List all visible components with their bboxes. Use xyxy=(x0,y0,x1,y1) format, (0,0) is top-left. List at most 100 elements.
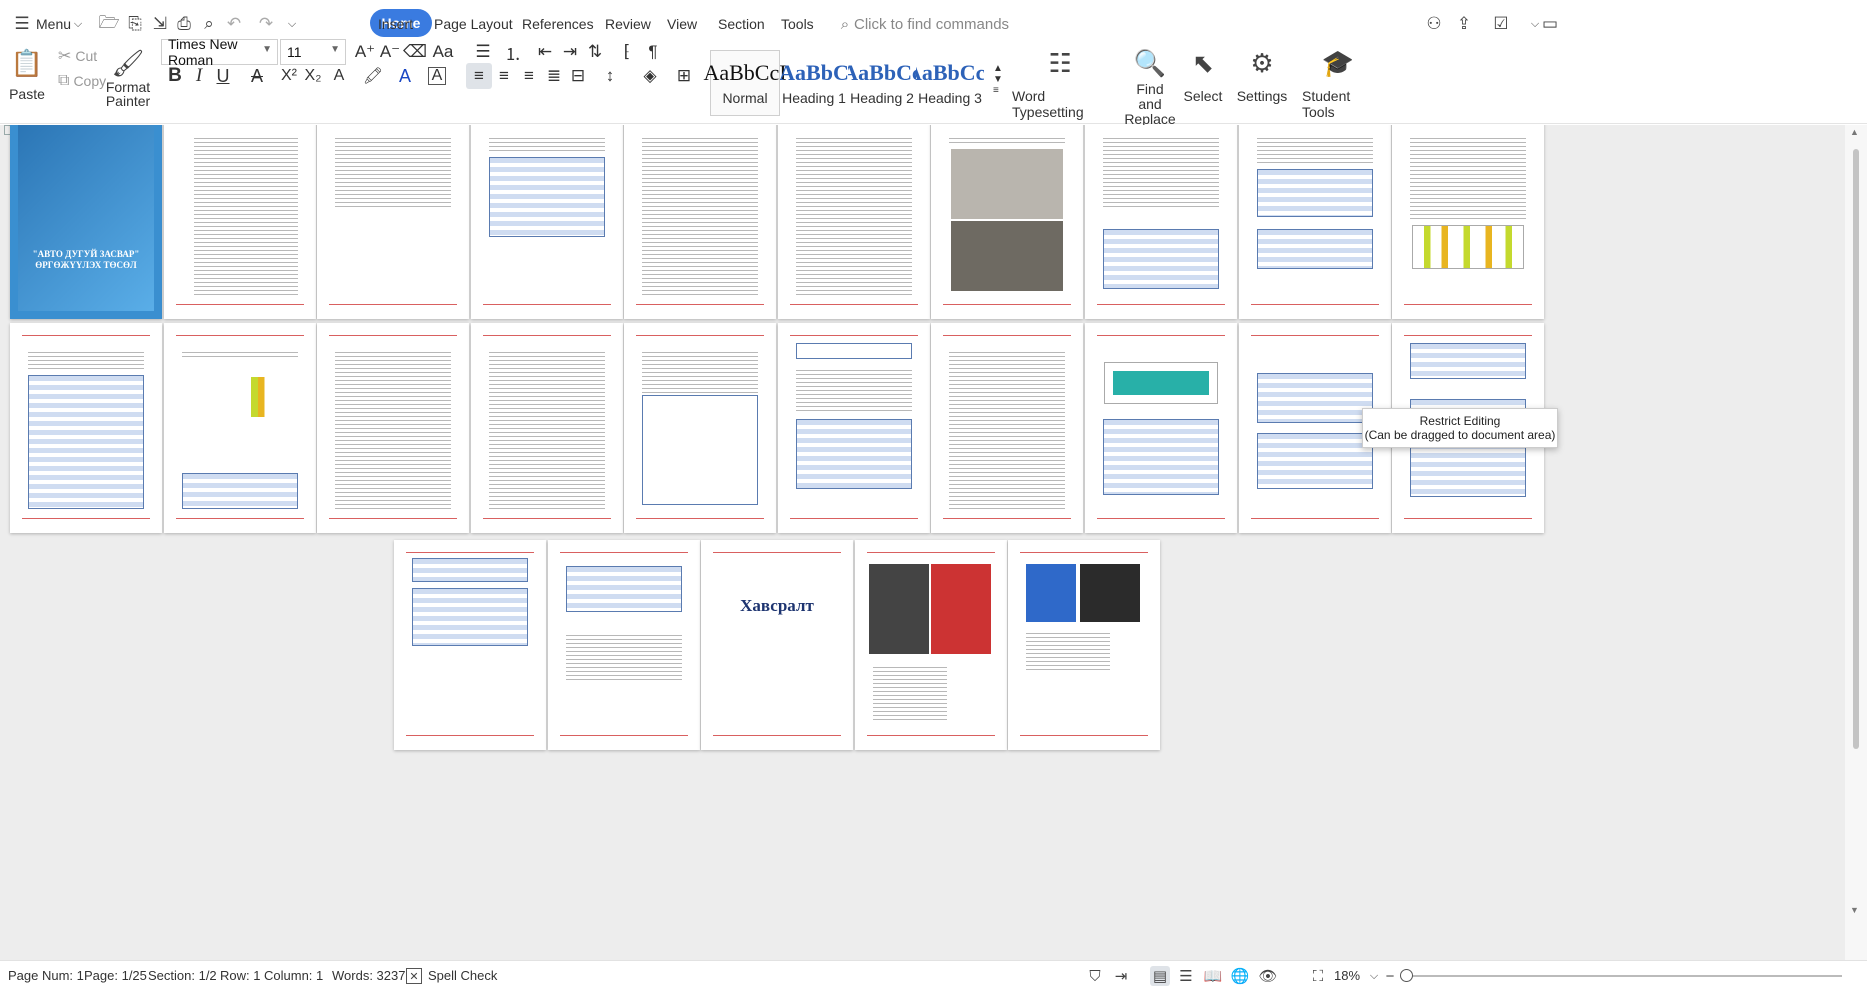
reading-view-icon[interactable]: 📖 xyxy=(1203,966,1223,986)
output-icon[interactable]: ⇥ xyxy=(1111,966,1131,986)
web-view-icon[interactable]: 🌐 xyxy=(1230,966,1250,986)
align-right-icon[interactable]: ≡ xyxy=(516,63,542,89)
underline-icon[interactable]: U xyxy=(210,63,236,89)
increase-font-icon[interactable]: A⁺ xyxy=(352,39,378,65)
font-name-select[interactable]: Times New Roman ▼ xyxy=(161,36,278,68)
decrease-font-icon[interactable]: A⁻ xyxy=(377,39,403,65)
spell-check-button[interactable]: Spell Check xyxy=(428,968,497,983)
outline-view-icon[interactable]: ☰ xyxy=(1176,966,1196,986)
comment-icon[interactable]: ▭ xyxy=(1538,12,1562,36)
document-canvas[interactable]: "АВТО ДУГУЙ ЗАСВАР" ӨРГӨЖҮҮЛЭХ ТӨСӨЛ Хав… xyxy=(0,125,1845,960)
open-folder-icon[interactable]: 🗁 xyxy=(97,12,121,36)
page-thumbnail[interactable] xyxy=(317,323,469,533)
share-icon[interactable]: ⇪ xyxy=(1452,12,1476,36)
copy-button[interactable]: ⧉ Copy xyxy=(58,72,106,90)
numbering-icon[interactable]: ⒈ xyxy=(500,39,526,65)
page-thumbnail[interactable] xyxy=(548,540,700,750)
save-icon[interactable]: ⎘ xyxy=(123,12,147,36)
protect-icon[interactable]: ⛉ xyxy=(1085,966,1105,986)
page-thumbnail[interactable] xyxy=(624,125,776,319)
format-painter-button[interactable]: 🖌 Format Painter xyxy=(106,46,150,109)
page-num-status[interactable]: Page Num: 1 xyxy=(8,968,84,983)
zoom-slider-handle[interactable] xyxy=(1400,969,1413,982)
export-pdf-icon[interactable]: ⇲ xyxy=(148,12,172,36)
spell-check-icon[interactable]: ✕ xyxy=(406,968,422,984)
paste-button[interactable]: 📋 Paste xyxy=(8,46,46,103)
scrollbar-thumb[interactable] xyxy=(1853,149,1859,749)
page-thumbnail[interactable] xyxy=(164,323,316,533)
word-count-status[interactable]: Words: 3237 xyxy=(332,968,405,983)
tab-page-layout[interactable]: Page Layout xyxy=(434,12,513,36)
font-size-select[interactable]: 11 ▼ xyxy=(280,39,346,65)
page-thumbnail[interactable] xyxy=(778,323,930,533)
page-thumbnail[interactable] xyxy=(1085,323,1237,533)
justify-icon[interactable]: ≣ xyxy=(541,63,567,89)
italic-icon[interactable]: I xyxy=(186,63,212,89)
align-center-icon[interactable]: ≡ xyxy=(491,63,517,89)
scroll-up-icon[interactable]: ▲ xyxy=(1850,127,1859,137)
page-thumbnail[interactable] xyxy=(164,125,316,319)
sort-icon[interactable]: ⇅ xyxy=(582,39,608,65)
align-left-icon[interactable]: ≡ xyxy=(466,63,492,89)
change-case-icon[interactable]: Aa xyxy=(430,39,456,65)
page-view-icon[interactable]: ▤ xyxy=(1150,966,1170,986)
clear-format-icon[interactable]: ⌫ xyxy=(402,39,428,65)
style-heading-3[interactable]: AaBbCcI Heading 3 xyxy=(916,50,984,116)
page-thumbnail[interactable] xyxy=(471,323,623,533)
page-thumbnail[interactable] xyxy=(931,125,1083,319)
superscript-icon[interactable]: X² xyxy=(276,63,302,89)
page-status[interactable]: Page: 1/25 xyxy=(84,968,147,983)
page-thumbnail[interactable] xyxy=(1392,125,1544,319)
tab-review[interactable]: Review xyxy=(605,12,651,36)
page-thumbnail[interactable] xyxy=(394,540,546,750)
show-marks-icon[interactable]: ¶ xyxy=(640,39,666,65)
cut-button[interactable]: ✂ Cut xyxy=(58,46,97,66)
eye-protection-icon[interactable]: 👁 xyxy=(1258,966,1278,986)
page-thumbnail[interactable] xyxy=(931,323,1083,533)
style-heading-2[interactable]: AaBbCc Heading 2 xyxy=(848,50,916,116)
undo-icon[interactable]: ↶ xyxy=(222,12,246,36)
zoom-level[interactable]: 18% xyxy=(1334,968,1360,983)
text-effect-icon[interactable]: A xyxy=(326,63,352,89)
print-icon[interactable]: ⎙ xyxy=(172,12,196,36)
print-preview-icon[interactable]: ⌕ xyxy=(197,12,221,36)
select-button[interactable]: ⬉ Select xyxy=(1180,46,1226,105)
chevron-down-icon[interactable]: ⌵ xyxy=(66,12,90,36)
borders-icon[interactable]: ⊞ xyxy=(671,63,697,89)
tab-view[interactable]: View xyxy=(667,12,697,36)
styles-scroll-icon[interactable]: ▲ ▼ ≡ xyxy=(985,46,1011,112)
fit-page-icon[interactable]: ⛶ xyxy=(1308,966,1328,986)
student-tools-button[interactable]: 🎓 Student Tools xyxy=(1302,46,1374,121)
page-thumbnail[interactable] xyxy=(471,125,623,319)
char-border-icon[interactable]: A xyxy=(428,67,446,85)
find-replace-button[interactable]: 🔍 Find and Replace xyxy=(1124,46,1176,127)
vertical-scrollbar[interactable]: ▲ ▼ xyxy=(1845,125,1867,960)
page-thumbnail[interactable] xyxy=(1239,125,1391,319)
bullets-icon[interactable]: ☰ xyxy=(470,39,496,65)
redo-icon[interactable]: ↷ xyxy=(254,12,278,36)
tab-insert[interactable]: Insert xyxy=(378,12,413,36)
tasks-icon[interactable]: ☑ xyxy=(1489,12,1513,36)
page-thumbnail[interactable] xyxy=(10,323,162,533)
zoom-slider[interactable] xyxy=(1402,975,1842,977)
word-typesetting-button[interactable]: ☷ Word Typesetting xyxy=(1012,46,1108,121)
page-thumbnail[interactable] xyxy=(1008,540,1160,750)
subscript-icon[interactable]: X₂ xyxy=(300,63,326,89)
section-status[interactable]: Section: 1/2 xyxy=(148,968,217,983)
add-user-icon[interactable]: ⚇ xyxy=(1422,12,1446,36)
style-normal[interactable]: AaBbCcI Normal xyxy=(703,50,787,116)
highlight-icon[interactable]: 🖍 xyxy=(360,63,386,89)
line-spacing-icon[interactable]: ↕ xyxy=(597,63,623,89)
tab-references[interactable]: References xyxy=(522,12,594,36)
page-thumbnail[interactable] xyxy=(624,323,776,533)
restrict-editing-tooltip[interactable]: Restrict Editing (Can be dragged to docu… xyxy=(1362,408,1558,448)
hamburger-icon[interactable]: ☰ xyxy=(10,12,34,36)
bold-icon[interactable]: B xyxy=(162,63,188,89)
page-thumbnail[interactable] xyxy=(317,125,469,319)
align-chars-icon[interactable]: ⁅ xyxy=(614,39,640,65)
page-thumbnail[interactable] xyxy=(778,125,930,319)
distributed-icon[interactable]: ⊟ xyxy=(565,63,591,89)
style-heading-1[interactable]: AaBbC Heading 1 xyxy=(780,50,848,116)
shading-icon[interactable]: ◈ xyxy=(637,63,663,89)
tab-tools[interactable]: Tools xyxy=(781,12,814,36)
